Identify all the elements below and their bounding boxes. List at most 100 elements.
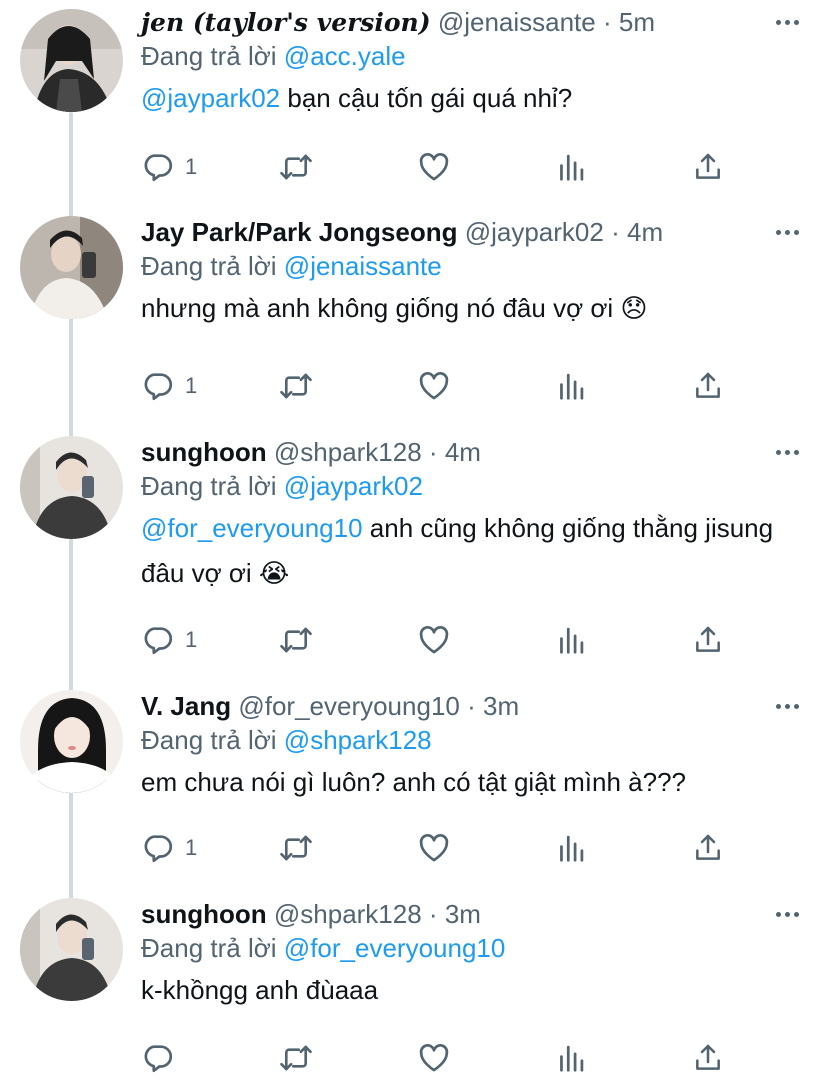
tweet-text: @jaypark02 bạn cậu tốn gái quá nhỉ?: [141, 76, 808, 121]
analytics-icon: [560, 1045, 584, 1072]
separator-dot: ·: [428, 899, 438, 929]
replying-to-handle[interactable]: @jenaissante: [284, 251, 442, 281]
reply-icon: [144, 627, 173, 655]
reply-count: 1: [185, 627, 198, 652]
share-button[interactable]: [692, 620, 724, 660]
replying-to-handle[interactable]: @jaypark02: [284, 471, 423, 501]
analytics-button[interactable]: [556, 828, 586, 868]
heart-icon: [419, 372, 449, 400]
avatar[interactable]: [20, 436, 123, 539]
reply-button[interactable]: 1: [141, 147, 197, 187]
replying-to: Đang trả lời @shpark128: [141, 722, 808, 758]
reply-button[interactable]: 1: [141, 366, 197, 406]
display-name[interactable]: sunghoon: [141, 899, 267, 929]
reply-count: 1: [185, 373, 198, 398]
retweet-button[interactable]: [278, 366, 314, 406]
retweet-icon: [280, 154, 312, 180]
analytics-button[interactable]: [556, 1038, 586, 1078]
avatar[interactable]: [20, 898, 123, 1001]
share-button[interactable]: [692, 147, 724, 187]
replying-to: Đang trả lời @jaypark02: [141, 468, 808, 504]
separator-dot: ·: [602, 7, 612, 37]
like-button[interactable]: [417, 828, 451, 868]
more-icon[interactable]: [772, 904, 802, 924]
replying-to-handle[interactable]: @shpark128: [284, 725, 432, 755]
timestamp[interactable]: 4m: [445, 437, 481, 467]
reply-button[interactable]: 1: [141, 828, 197, 868]
like-button[interactable]: [417, 1038, 451, 1078]
tweet-text-body: k-khồngg anh đùaaa: [141, 975, 379, 1005]
retweet-button[interactable]: [278, 620, 314, 660]
replying-prefix: Đang trả lời: [141, 933, 277, 963]
replying-prefix: Đang trả lời: [141, 251, 277, 281]
replying-prefix: Đang trả lời: [141, 725, 277, 755]
heart-icon: [419, 153, 449, 181]
separator-dot: ·: [428, 437, 438, 467]
reply-button[interactable]: 1: [141, 620, 197, 660]
tweet-text: nhưng mà anh không giống nó đâu vợ ơi 😞: [141, 286, 808, 331]
more-icon[interactable]: [772, 12, 802, 32]
like-button[interactable]: [417, 366, 451, 406]
timestamp[interactable]: 5m: [619, 7, 655, 37]
replying-prefix: Đang trả lời: [141, 471, 277, 501]
share-button[interactable]: [692, 1038, 724, 1078]
retweet-icon: [280, 835, 312, 861]
like-button[interactable]: [417, 620, 451, 660]
user-handle[interactable]: @jenaissante: [438, 7, 596, 37]
replying-to: Đang trả lời @acc.yale: [141, 38, 808, 74]
analytics-button[interactable]: [556, 366, 586, 406]
display-name[interactable]: Jay Park/Park Jongseong: [141, 217, 457, 247]
tweet-text-body: em chưa nói gì luôn? anh có tật giật mìn…: [141, 767, 686, 797]
heart-icon: [419, 626, 449, 654]
retweet-icon: [280, 1045, 312, 1071]
like-button[interactable]: [417, 147, 451, 187]
share-icon: [696, 834, 720, 860]
replying-to-handle[interactable]: @for_everyoung10: [284, 933, 506, 963]
replying-prefix: Đang trả lời: [141, 41, 277, 71]
analytics-button[interactable]: [556, 620, 586, 660]
tweet-text-body: nhưng mà anh không giống nó đâu vợ ơi 😞: [141, 293, 648, 323]
share-button[interactable]: [692, 366, 724, 406]
retweet-button[interactable]: [278, 1038, 314, 1078]
tweet-text: k-khồngg anh đùaaa: [141, 968, 808, 1013]
separator-dot: ·: [611, 217, 620, 247]
retweet-button[interactable]: [278, 147, 314, 187]
more-icon[interactable]: [772, 442, 802, 462]
display-name[interactable]: sunghoon: [141, 437, 267, 467]
separator-dot: ·: [467, 691, 476, 721]
avatar[interactable]: [20, 9, 123, 112]
share-icon: [696, 372, 720, 398]
tweet-text: @for_everyoung10 anh cũng không giống th…: [141, 506, 808, 596]
analytics-icon: [560, 627, 584, 654]
tweet-text: em chưa nói gì luôn? anh có tật giật mìn…: [141, 760, 808, 805]
replying-to: Đang trả lời @for_everyoung10: [141, 930, 808, 966]
display-name[interactable]: V. Jang: [141, 691, 231, 721]
analytics-icon: [560, 835, 584, 862]
analytics-button[interactable]: [556, 147, 586, 187]
share-button[interactable]: [692, 828, 724, 868]
display-name[interactable]: jen (taylor's version): [141, 8, 431, 37]
reply-icon: [144, 154, 173, 182]
reply-button[interactable]: [141, 1038, 185, 1078]
user-handle[interactable]: @shpark128: [274, 437, 422, 467]
mention-link[interactable]: @jaypark02: [141, 83, 280, 113]
user-handle[interactable]: @jaypark02: [465, 217, 604, 247]
reply-icon: [144, 373, 173, 401]
more-icon[interactable]: [772, 222, 802, 242]
replying-to: Đang trả lời @jenaissante: [141, 248, 808, 284]
retweet-button[interactable]: [278, 828, 314, 868]
analytics-icon: [560, 373, 584, 400]
timestamp[interactable]: 4m: [627, 217, 663, 247]
mention-link[interactable]: @for_everyoung10: [141, 513, 363, 543]
replying-to-handle[interactable]: @acc.yale: [284, 41, 406, 71]
analytics-icon: [560, 154, 584, 181]
user-handle[interactable]: @shpark128: [274, 899, 422, 929]
avatar[interactable]: [20, 690, 123, 793]
timestamp[interactable]: 3m: [483, 691, 519, 721]
more-icon[interactable]: [772, 696, 802, 716]
reply-icon: [144, 835, 173, 863]
timestamp[interactable]: 3m: [445, 899, 481, 929]
user-handle[interactable]: @for_everyoung10: [238, 691, 460, 721]
avatar[interactable]: [20, 216, 123, 319]
share-icon: [696, 626, 720, 652]
